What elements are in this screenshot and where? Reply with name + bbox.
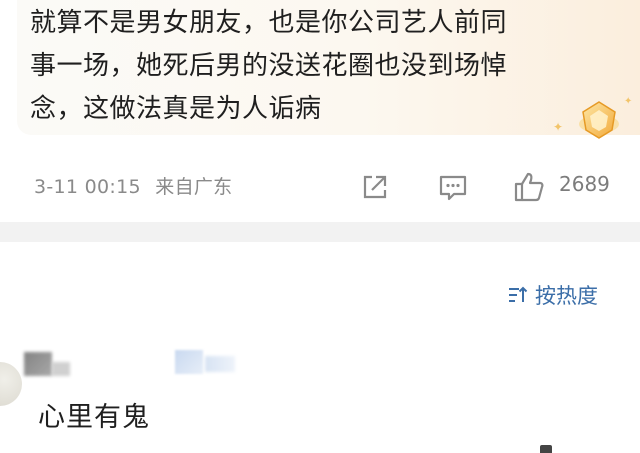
share-icon[interactable] [358,170,392,204]
username-redacted [52,362,70,376]
comment-icon[interactable] [436,170,470,204]
avatar[interactable] [0,362,22,406]
comment-meta: 3-11 00:15 来自广东 [34,172,232,199]
sort-icon [509,286,528,302]
sparkle-icon: ✦ [553,120,564,134]
comment-line-1: 就算不是男女朋友，也是你公司艺人前同 [30,8,508,38]
comment-location: 来自广东 [155,176,233,198]
sparkle-icon: ✦ [624,96,633,107]
comment-line-2: 事一场，她死后男的没送花圈也没到场悼 [30,51,508,81]
sort-label: 按热度 [535,284,598,308]
gold-badge-icon [579,101,619,139]
comment-line-3: 念，这做法真是为人诟病 [30,94,322,124]
partial-icon [540,445,552,453]
comment-text: 就算不是男女朋友，也是你公司艺人前同 事一场，她死后男的没送花圈也没到场悼 念，… [30,2,600,131]
reply-text: 心里有鬼 [38,402,150,433]
username-redacted [24,352,52,376]
section-divider [0,222,640,242]
thumbs-up-icon[interactable] [512,170,546,204]
comment-date: 3-11 00:15 [34,176,141,198]
like-count: 2689 [559,172,610,196]
user-badge-redacted [175,350,203,374]
comment-card: 就算不是男女朋友，也是你公司艺人前同 事一场，她死后男的没送花圈也没到场悼 念，… [0,0,640,222]
user-badge-redacted [205,356,235,372]
sort-toggle-button[interactable]: 按热度 [507,280,598,310]
